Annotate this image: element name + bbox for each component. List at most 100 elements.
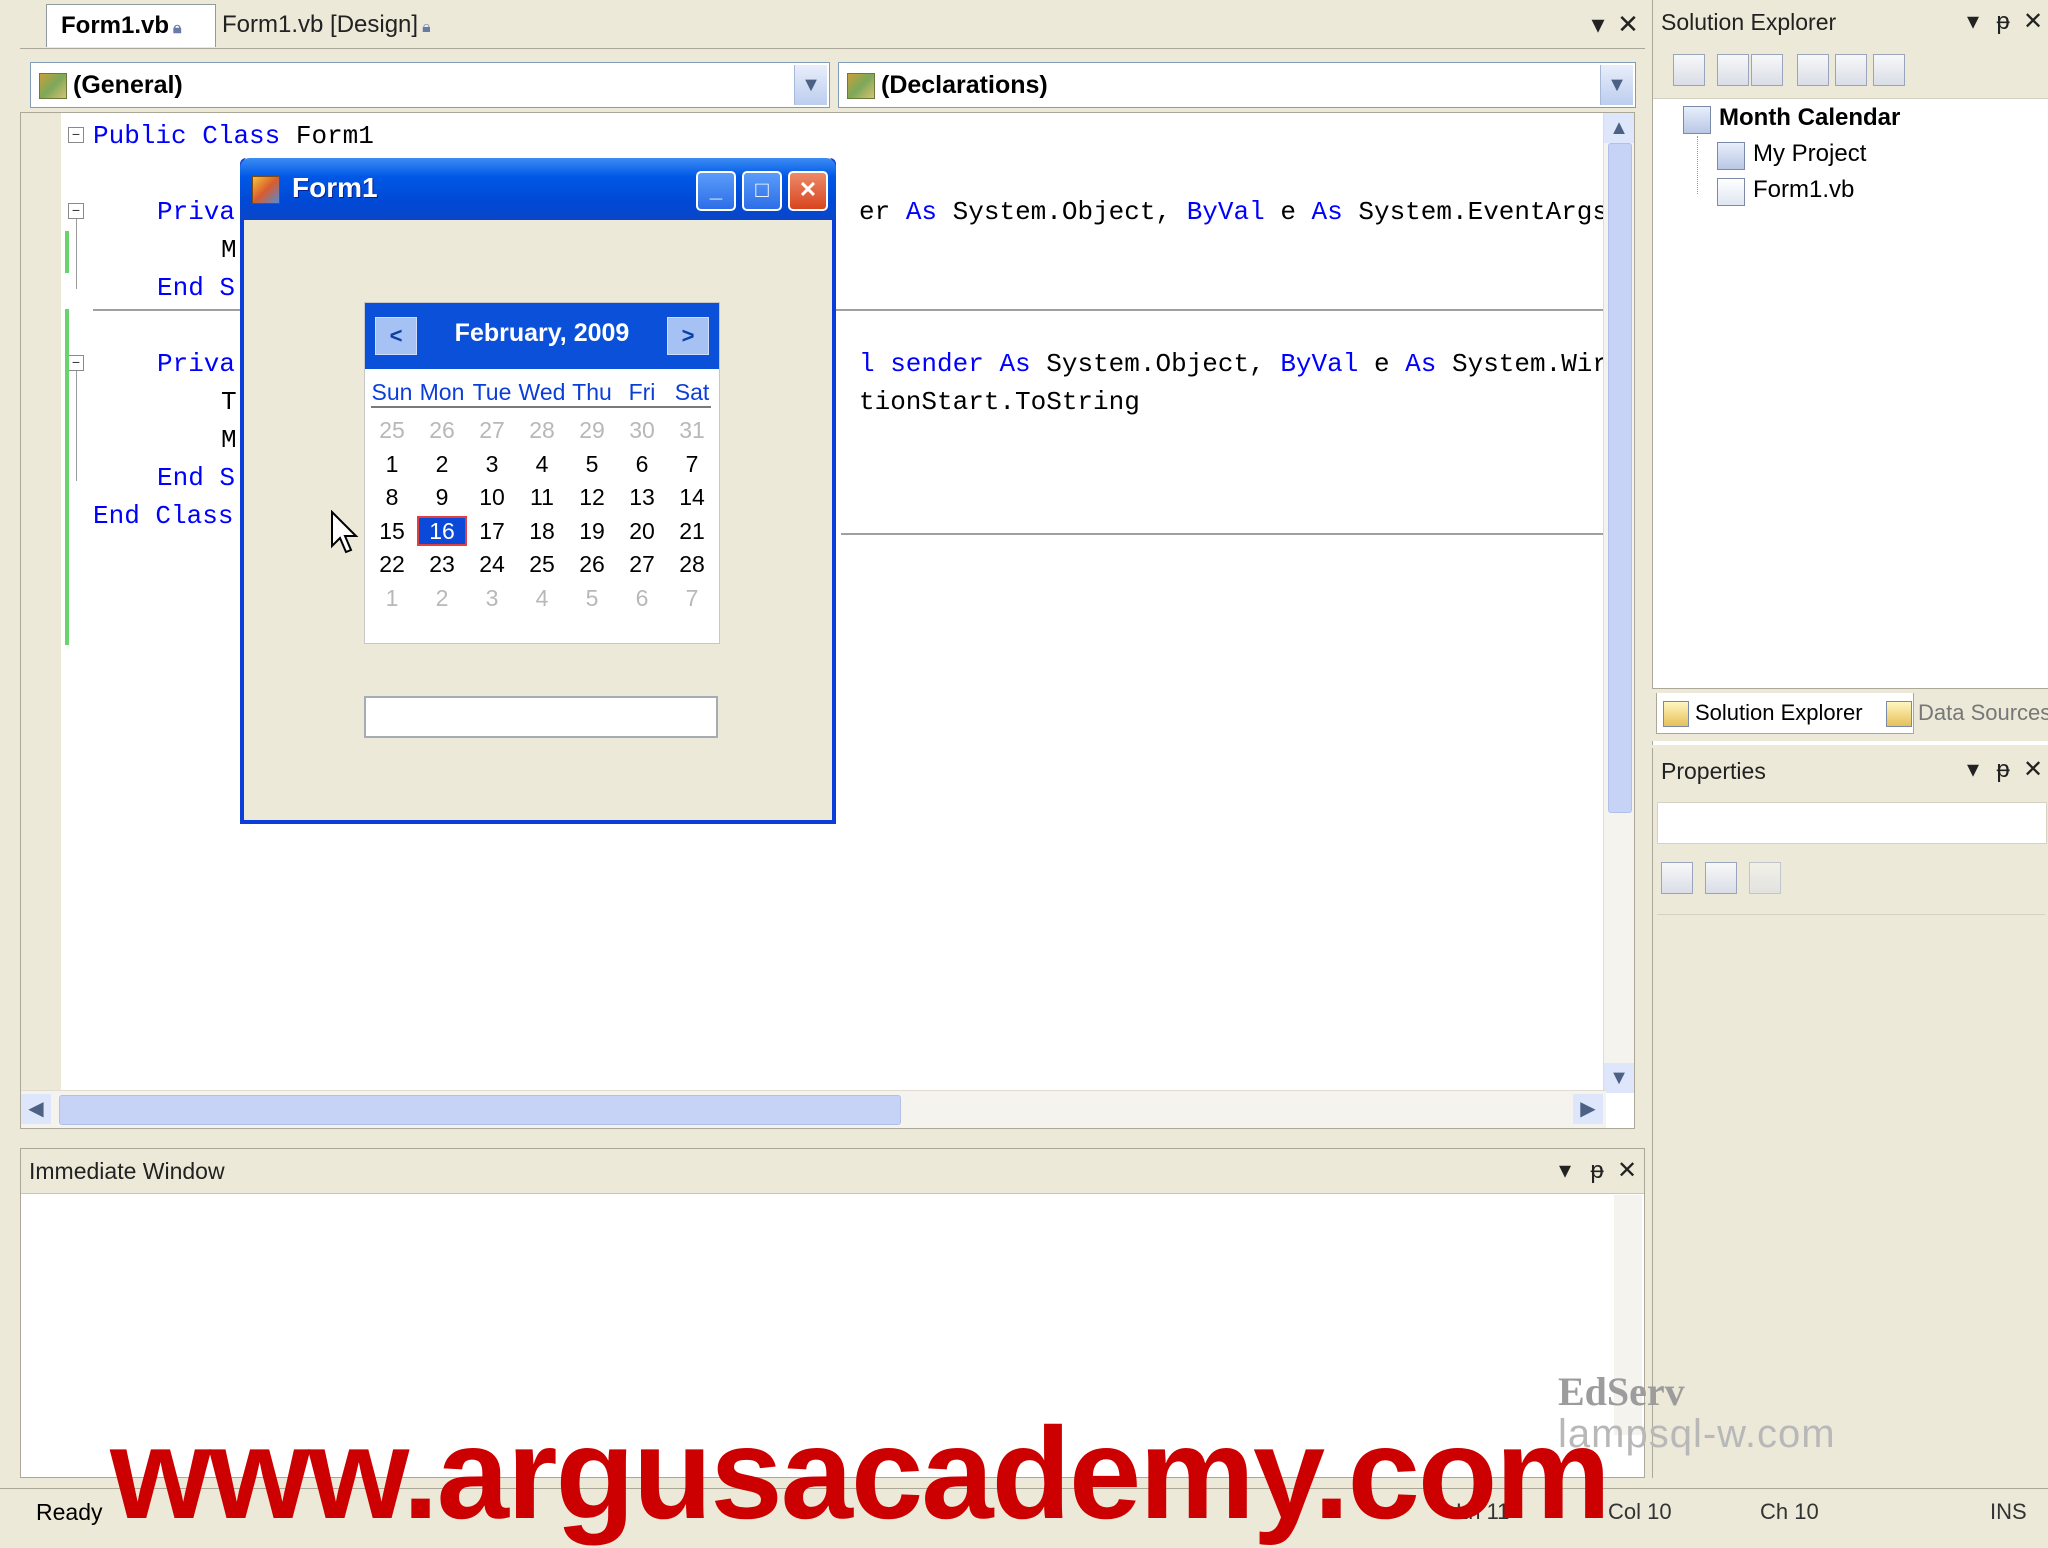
calendar-day[interactable]: 4 [517, 583, 567, 613]
calendar-day[interactable]: 9 [417, 482, 467, 512]
tab-data-sources[interactable]: Data Sources [1880, 693, 2048, 733]
categorized-icon[interactable] [1661, 862, 1693, 894]
vertical-scrollbar[interactable]: ▲ ▼ [1603, 113, 1634, 1093]
calendar-day[interactable]: 26 [567, 549, 617, 579]
window-position-dropdown-button[interactable]: ▾ [1959, 754, 1987, 786]
calendar-day[interactable]: 18 [517, 516, 567, 546]
calendar-day[interactable]: 30 [617, 415, 667, 445]
month-calendar[interactable]: < February, 2009 > Sun Mon Tue Wed Thu F… [364, 302, 720, 644]
calendar-day[interactable]: 3 [467, 449, 517, 479]
refresh-icon[interactable] [1751, 54, 1783, 86]
minimize-button[interactable]: _ [696, 171, 736, 211]
calendar-day[interactable]: 15 [367, 516, 417, 546]
calendar-day[interactable]: 27 [467, 415, 517, 445]
form1-window[interactable]: Form1 _ □ ✕ < February, 2009 > Sun Mon T… [240, 158, 836, 824]
property-pages-icon[interactable] [1749, 862, 1781, 894]
collapse-icon[interactable]: − [68, 355, 84, 371]
lock-icon: 🔒︎ [173, 20, 182, 37]
calendar-day[interactable]: 25 [367, 415, 417, 445]
view-designer-icon[interactable] [1835, 54, 1867, 86]
calendar-day[interactable]: 8 [367, 482, 417, 512]
tab-form1-code[interactable]: Form1.vb 🔒︎ [46, 4, 216, 47]
tab-form1-design[interactable]: Form1.vb [Design] 🔒︎ [208, 4, 474, 46]
calendar-day[interactable]: 31 [667, 415, 717, 445]
auto-hide-pin-icon[interactable]: ᵽ [1989, 754, 2017, 786]
calendar-day[interactable]: 29 [567, 415, 617, 445]
class-diagram-icon[interactable] [1873, 54, 1905, 86]
scroll-thumb[interactable] [59, 1095, 901, 1125]
close-panel-button[interactable]: ✕ [2019, 754, 2047, 786]
scroll-left-arrow-icon[interactable]: ◀ [21, 1094, 51, 1124]
calendar-day[interactable]: 28 [517, 415, 567, 445]
sort-alphabetical-icon[interactable] [1705, 862, 1737, 894]
chevron-down-icon[interactable]: ▼ [1600, 65, 1633, 105]
active-files-dropdown-button[interactable]: ▾ [1583, 6, 1613, 42]
calendar-day[interactable]: 23 [417, 549, 467, 579]
calendar-day[interactable]: 28 [667, 549, 717, 579]
calendar-day[interactable]: 7 [667, 583, 717, 613]
calendar-day[interactable]: 26 [417, 415, 467, 445]
calendar-day[interactable]: 21 [667, 516, 717, 546]
auto-hide-pin-icon[interactable]: ᵽ [1583, 1155, 1611, 1187]
window-position-dropdown-button[interactable]: ▾ [1959, 6, 1987, 38]
close-panel-button[interactable]: ✕ [2019, 6, 2047, 38]
calendar-day[interactable]: 4 [517, 449, 567, 479]
scroll-up-arrow-icon[interactable]: ▲ [1604, 113, 1634, 143]
calendar-day[interactable]: 25 [517, 549, 567, 579]
calendar-day-selected[interactable]: 16 [417, 515, 467, 546]
form1-title-bar[interactable]: Form1 _ □ ✕ [240, 158, 836, 220]
auto-hide-pin-icon[interactable]: ᵽ [1989, 6, 2017, 38]
scroll-down-arrow-icon[interactable]: ▼ [1604, 1063, 1634, 1093]
calendar-day[interactable]: 1 [367, 449, 417, 479]
tree-item-form1-vb[interactable]: Form1.vb [1753, 176, 1854, 204]
calendar-day[interactable]: 7 [667, 449, 717, 479]
calendar-day[interactable]: 22 [367, 549, 417, 579]
calendar-day[interactable]: 6 [617, 449, 667, 479]
calendar-day[interactable]: 2 [417, 449, 467, 479]
calendar-day[interactable]: 27 [617, 549, 667, 579]
collapse-icon[interactable]: − [68, 127, 84, 143]
object-selector-dropdown[interactable] [1657, 802, 2047, 844]
chevron-down-icon[interactable]: ▼ [794, 65, 827, 105]
calendar-day[interactable]: 6 [617, 583, 667, 613]
method-name-dropdown[interactable]: (Declarations) ▼ [838, 62, 1636, 108]
calendar-day[interactable]: 5 [567, 449, 617, 479]
calendar-day[interactable]: 13 [617, 482, 667, 512]
close-document-button[interactable]: ✕ [1613, 6, 1643, 42]
calendar-day[interactable]: 3 [467, 583, 517, 613]
calendar-day[interactable]: 10 [467, 482, 517, 512]
properties-icon[interactable] [1673, 54, 1705, 86]
calendar-day[interactable]: 19 [567, 516, 617, 546]
calendar-month-label[interactable]: February, 2009 [429, 319, 655, 348]
day-of-week-header: Fri [628, 379, 656, 405]
properties-panel[interactable]: Properties ▾ ᵽ ✕ [1652, 748, 2048, 1478]
scroll-right-arrow-icon[interactable]: ▶ [1573, 1094, 1603, 1124]
scroll-thumb[interactable] [1608, 143, 1632, 813]
close-panel-button[interactable]: ✕ [1613, 1155, 1641, 1187]
calendar-day[interactable]: 17 [467, 516, 517, 546]
maximize-button[interactable]: □ [742, 171, 782, 211]
calendar-day[interactable]: 24 [467, 549, 517, 579]
calendar-day[interactable]: 11 [517, 482, 567, 512]
property-grid[interactable] [1657, 914, 2045, 1351]
solution-explorer-panel[interactable]: Solution Explorer ▾ ᵽ ✕ Month Calendar M… [1652, 0, 2048, 745]
horizontal-scrollbar[interactable]: ◀ ▶ [21, 1090, 1606, 1128]
previous-month-button[interactable]: < [375, 317, 417, 355]
collapse-icon[interactable]: − [68, 203, 84, 219]
view-code-icon[interactable] [1797, 54, 1829, 86]
show-all-files-icon[interactable] [1717, 54, 1749, 86]
calendar-day[interactable]: 12 [567, 482, 617, 512]
next-month-button[interactable]: > [667, 317, 709, 355]
calendar-day[interactable]: 2 [417, 583, 467, 613]
calendar-day[interactable]: 1 [367, 583, 417, 613]
tree-item-my-project[interactable]: My Project [1753, 140, 1866, 168]
selected-date-textbox[interactable] [364, 696, 718, 738]
close-button[interactable]: ✕ [788, 171, 828, 211]
window-position-dropdown-button[interactable]: ▾ [1551, 1155, 1579, 1187]
tree-item-project[interactable]: Month Calendar [1719, 104, 1900, 132]
calendar-day[interactable]: 14 [667, 482, 717, 512]
tab-solution-explorer[interactable]: Solution Explorer [1656, 693, 1914, 734]
calendar-day[interactable]: 20 [617, 516, 667, 546]
class-name-dropdown[interactable]: (General) ▼ [30, 62, 830, 108]
calendar-day[interactable]: 5 [567, 583, 617, 613]
